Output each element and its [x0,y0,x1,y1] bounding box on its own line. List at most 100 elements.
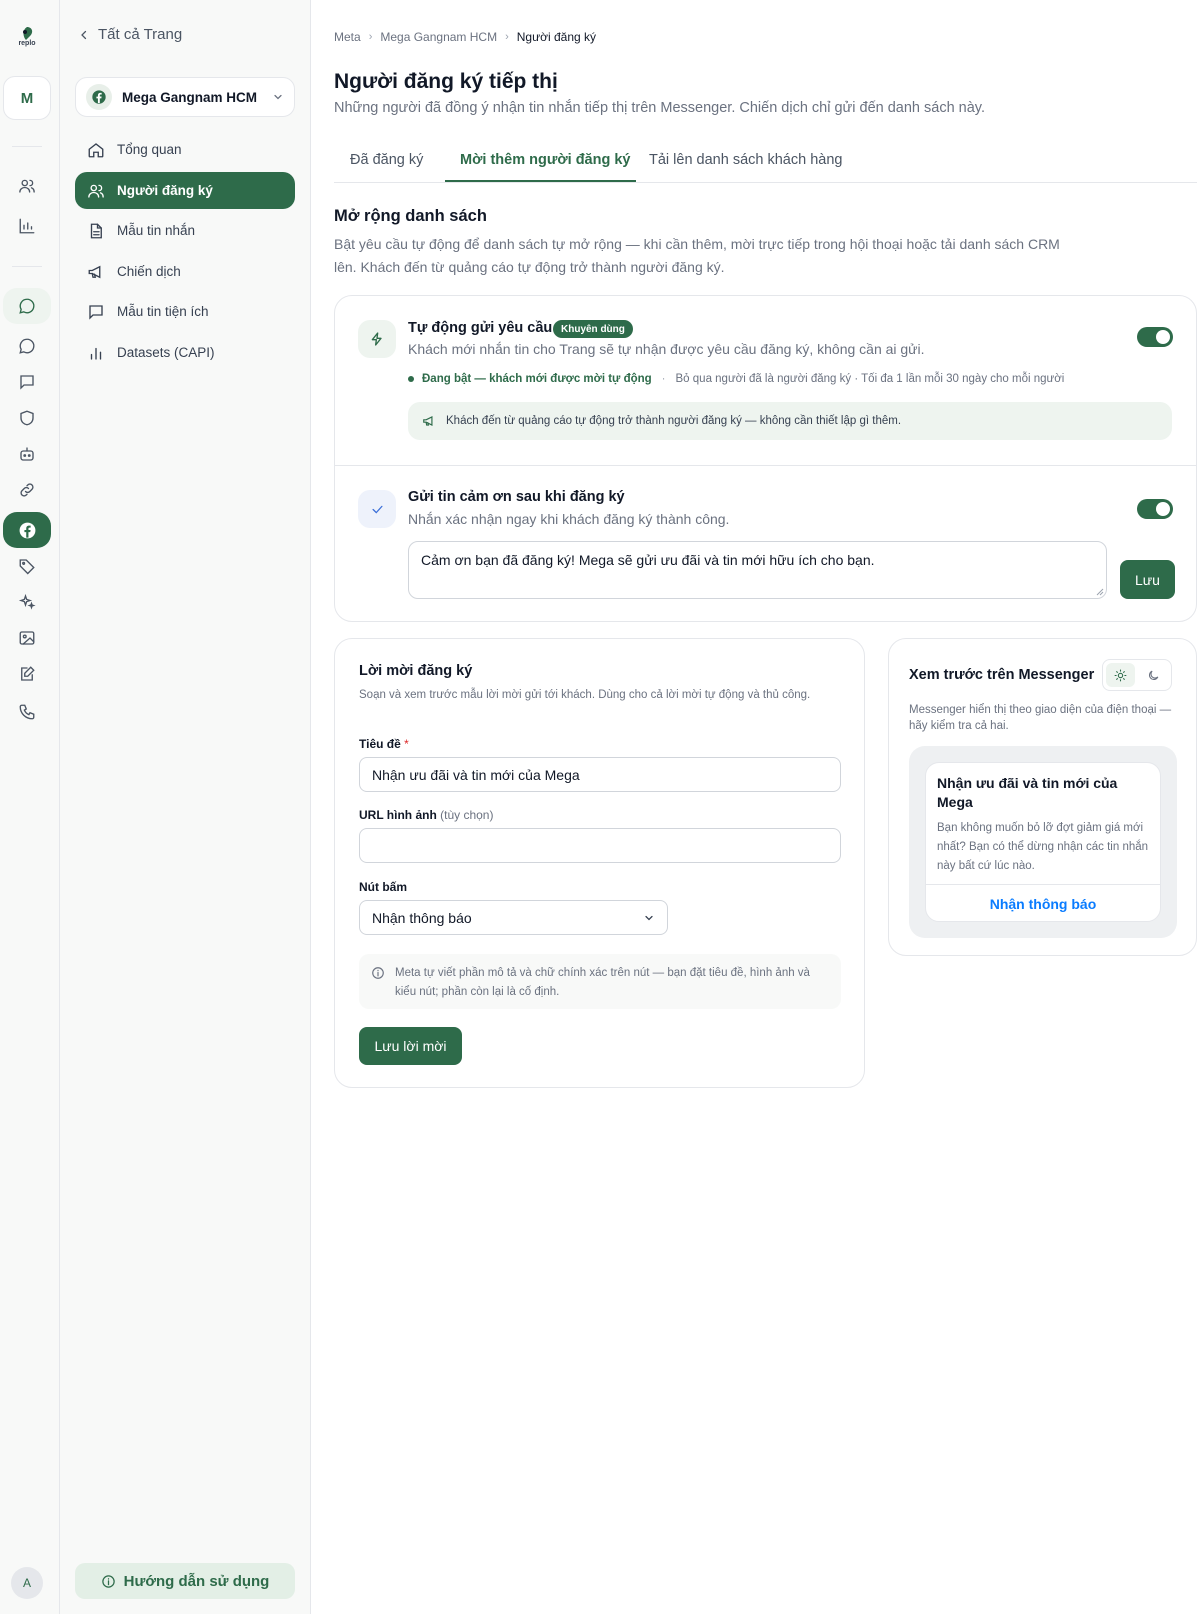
resize-handle-icon[interactable] [1096,588,1104,596]
preview-title: Xem trước trên Messenger [909,667,1095,683]
button-type-select[interactable]: Nhận thông báo [359,900,668,935]
light-theme-button[interactable] [1106,663,1135,687]
meta-note: Meta tự viết phần mô tả và chữ chính xác… [359,954,841,1009]
chat-bubble-icon [19,298,35,314]
card-divider [335,465,1196,466]
thank-you-toggle[interactable] [1137,499,1173,519]
bar-chart-icon [19,218,35,234]
rail-bot-button[interactable] [3,436,51,472]
message-square-icon [20,375,34,390]
auto-request-title: Tự động gửi yêu cầu [408,320,553,336]
status-on-text: Đang bật — khách mới được mời tự động [422,373,652,385]
info-icon [101,1574,115,1588]
invite-title-input[interactable]: Nhận ưu đãi và tin mới của Mega [359,757,841,792]
rail-security-button[interactable] [3,400,51,436]
messenger-preview-card: Xem trước trên Messenger Messenger hiển … [888,638,1197,956]
rail-forms-button[interactable] [3,656,51,692]
breadcrumb-item[interactable]: Mega Gangnam HCM [380,30,497,44]
tab-bar: Đã đăng ký Mời thêm người đăng ký Tải lê… [334,146,1197,183]
thank-you-description: Nhắn xác nhận ngay khi khách đăng ký thà… [408,511,730,527]
tab-upload-customer-list[interactable]: Tải lên danh sách khách hàng [649,152,842,168]
nav-item-subscribers[interactable]: Người đăng ký [75,172,295,209]
active-tab-indicator [445,180,636,182]
auto-request-status: Đang bật — khách mới được mời tự động · … [408,373,1064,385]
logo-text: replo [18,40,36,47]
button-type-label: Nút bấm [359,880,407,894]
invite-description: Soạn và xem trước mẫu lời mời gửi tới kh… [359,689,811,701]
rail-chat-button[interactable] [3,328,51,364]
messenger-preview-frame: Nhận ưu đãi và tin mới của Mega Bạn khôn… [909,746,1177,938]
auto-request-toggle[interactable] [1137,327,1173,347]
rail-analytics-button[interactable] [3,208,51,244]
chevron-down-icon [645,915,653,920]
rail-messages-button[interactable] [3,364,51,400]
required-mark: * [404,737,409,751]
page-subtitle: Những người đã đồng ý nhận tin nhắn tiếp… [334,100,985,116]
rail-media-button[interactable] [3,620,51,656]
bot-icon [20,447,34,461]
rail-facebook-button[interactable] [3,512,51,548]
invite-card: Lời mời đăng ký Soạn và xem trước mẫu lờ… [334,638,865,1088]
image-url-label: URL hình ảnh (tùy chọn) [359,808,494,822]
nav-item-label: Datasets (CAPI) [117,345,215,360]
edit-note-icon [21,666,35,681]
rail-calls-button[interactable] [3,694,51,730]
save-invite-button[interactable]: Lưu lời mời [359,1027,462,1065]
help-guide-button[interactable]: Hướng dẫn sử dụng [75,1563,295,1599]
user-avatar[interactable]: A [11,1567,43,1599]
chat-bubble-icon [19,338,35,354]
invite-title-value: Nhận ưu đãi và tin mới của Mega [372,766,580,783]
nav-item-datasets[interactable]: Datasets (CAPI) [75,334,295,371]
status-rules-text: Bỏ qua người đã là người đăng ký · Tối đ… [675,373,1065,385]
auto-request-description: Khách mới nhắn tin cho Trang sẽ tự nhận … [408,341,925,357]
document-icon [90,223,102,238]
nav-item-overview[interactable]: Tổng quan [75,131,295,168]
title-field-label: Tiêu đề * [359,737,409,751]
dark-theme-button[interactable] [1139,663,1168,687]
save-thank-you-button[interactable]: Lưu [1120,560,1175,599]
nav-item-message-templates[interactable]: Mẫu tin nhắn [75,212,295,249]
breadcrumb: Meta › Mega Gangnam HCM › Người đăng ký [334,30,596,44]
page-name: Mega Gangnam HCM [122,89,258,105]
breadcrumb-item[interactable]: Meta [334,30,361,44]
nav-item-utility-templates[interactable]: Mẫu tin tiện ích [75,293,295,330]
main-content: Meta › Mega Gangnam HCM › Người đăng ký … [311,0,1200,1614]
ad-info-text: Khách đến từ quảng cáo tự động trở thành… [446,415,902,427]
rail-divider [12,266,42,267]
chevron-right-icon: › [505,31,509,43]
nav-item-label: Mẫu tin nhắn [117,223,196,238]
chevron-down-icon [274,94,282,100]
chevron-right-icon: › [368,31,373,43]
rail-links-button[interactable] [3,472,51,508]
facebook-icon [86,84,112,110]
image-url-input[interactable] [359,828,841,863]
link-icon [20,483,34,497]
moon-icon [1148,670,1159,680]
back-to-pages-link[interactable]: Tất cả Trang [78,26,182,43]
button-type-value: Nhận thông báo [372,909,472,926]
message-square-icon [89,304,103,320]
nav-item-label: Tổng quan [117,142,182,157]
help-label: Hướng dẫn sử dụng [123,1572,270,1590]
optional-hint: (tùy chọn) [440,808,494,822]
bar-chart-icon [90,347,102,360]
page-title: Người đăng ký tiếp thị [334,70,558,93]
tag-icon [19,559,35,575]
status-dot [408,376,414,382]
image-icon [19,631,35,645]
users-icon [19,179,35,193]
page-selector[interactable]: Mega Gangnam HCM [75,77,295,117]
rail-tags-button[interactable] [3,548,51,584]
sparkles-icon [18,593,36,610]
rail-ai-button[interactable] [3,584,51,620]
thank-you-message-textarea[interactable]: Cảm ơn bạn đã đăng ký! Mega sẽ gửi ưu đã… [408,541,1107,599]
rail-contacts-button[interactable] [3,168,51,204]
megaphone-icon [423,415,433,427]
tab-subscribed[interactable]: Đã đăng ký [350,152,423,168]
workspace-button[interactable]: M [3,76,51,120]
tab-invite-subscribers[interactable]: Mời thêm người đăng ký [460,152,631,168]
nav-item-campaigns[interactable]: Chiến dịch [75,253,295,290]
sun-icon [1114,669,1127,681]
rail-messenger-button[interactable] [3,288,51,324]
bubble-subscribe-button[interactable]: Nhận thông báo [926,885,1160,921]
